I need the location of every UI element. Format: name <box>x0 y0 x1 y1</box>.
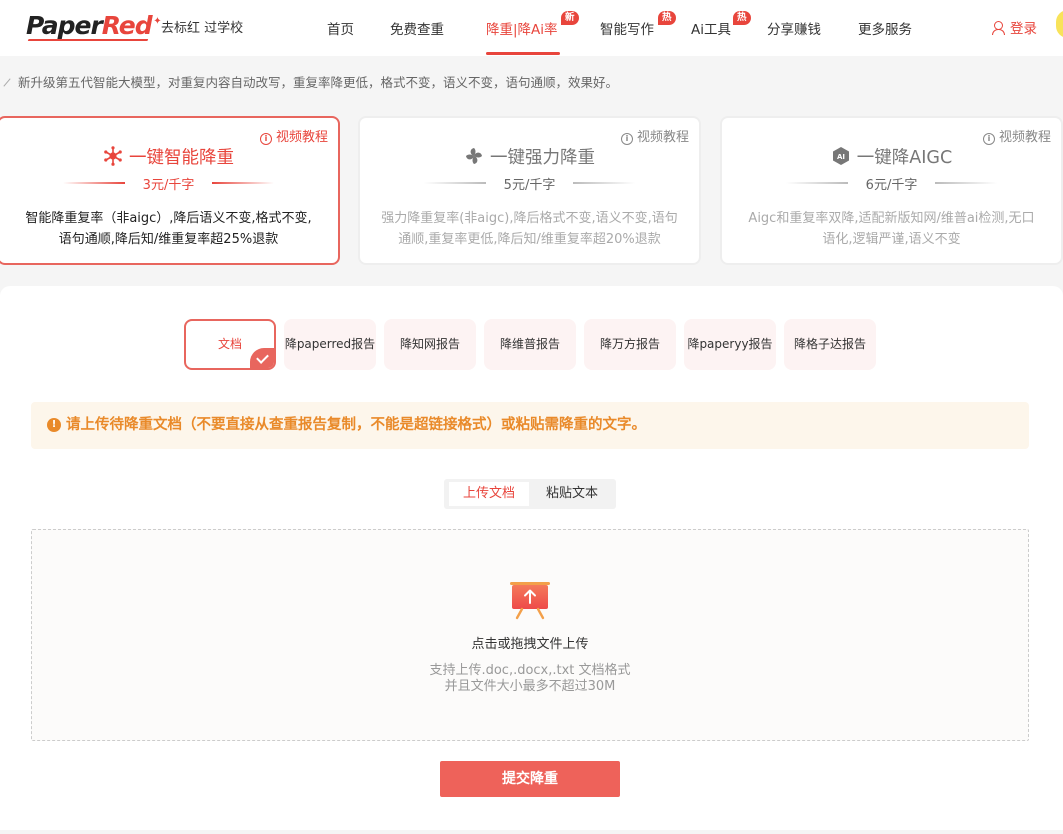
mode-description-line: 强力降重复率(非aigc),降后格式不变,语义不变,语句 <box>381 211 678 226</box>
user-icon <box>992 21 1005 35</box>
upload-document-tab[interactable]: 上传文档 <box>449 482 529 506</box>
file-dropzone[interactable]: 点击或拖拽文件上传 支持上传.doc,.docx,.txt 文档格式 并且文件大小… <box>31 529 1029 741</box>
report-tab-wanfang[interactable]: 降万方报告 <box>584 319 676 370</box>
mode-description-line: 通顺,重复率更低,降后知/维重复率超20%退款 <box>398 232 661 247</box>
price-divider-right <box>935 182 997 184</box>
checkmark-icon <box>250 348 274 368</box>
price-divider-left <box>786 182 848 184</box>
report-tab-document[interactable]: 文档 <box>184 319 276 370</box>
submit-reduce-button[interactable]: 提交降重 <box>440 761 620 797</box>
video-tutorial-link[interactable]: i 视频教程 <box>620 126 689 145</box>
ai-badge-text: AI <box>837 153 845 161</box>
dropzone-hint-line: 并且文件大小最多不超过30M <box>444 679 616 694</box>
upgrade-info-text: 新升级第五代智能大模型，对重复内容自动改写，重复率降更低，格式不变，语义不变，语… <box>18 75 619 90</box>
dropzone-hint-line: 支持上传.doc,.docx,.txt 文档格式 <box>429 663 631 678</box>
upload-notice-text: 请上传待降重文档（不要直接从查重报告复制，不能是超链接格式）或粘贴需降重的文字。 <box>66 417 646 433</box>
paste-text-tab[interactable]: 粘贴文本 <box>532 482 612 506</box>
video-tutorial-label: 视频教程 <box>998 130 1051 145</box>
dropzone-title: 点击或拖拽文件上传 <box>471 637 589 652</box>
price-divider-right <box>573 182 635 184</box>
floating-service-icon[interactable] <box>1056 10 1063 38</box>
pinwheel-icon <box>466 148 482 164</box>
nav-ai-tools[interactable]: Ai工具 <box>691 18 731 38</box>
nav-badge-new: 新 <box>561 11 579 25</box>
main-panel: 文档 降paperred报告 降知网报告 降维普报告 降万方报告 降papery… <box>0 286 1063 830</box>
upload-notice: ! 请上传待降重文档（不要直接从查重报告复制，不能是超链接格式）或粘贴需降重的文字… <box>31 402 1029 449</box>
login-label: 登录 <box>1010 21 1037 37</box>
report-tab-gezida[interactable]: 降格子达报告 <box>784 319 876 370</box>
nav-active-underline <box>486 52 560 55</box>
report-tab-cnki[interactable]: 降知网报告 <box>384 319 476 370</box>
report-tab-paperred[interactable]: 降paperred报告 <box>284 319 376 370</box>
mode-title: 一键强力降重 <box>360 144 699 169</box>
logo-text-paper: Paper <box>26 11 103 40</box>
mode-price: 6元/千字 <box>722 174 1061 193</box>
mode-price-text: 6元/千字 <box>865 178 918 193</box>
mode-price: 3元/千字 <box>0 174 338 193</box>
mode-description-line: Aigc和重复率双降,适配新版知网/维普ai检测,无口 <box>748 211 1035 226</box>
ai-hexagon-icon: AI <box>832 147 849 165</box>
nav-share-earn[interactable]: 分享赚钱 <box>767 18 821 38</box>
atom-icon <box>104 146 122 166</box>
site-slogan: 去标红 过学校 <box>161 21 244 36</box>
top-header: PaperRed ✦ 去标红 过学校 首页 免费查重 降重|降Ai率 新 智能写作… <box>0 0 1063 56</box>
logo-text-red: Red <box>101 11 153 40</box>
dropzone-hint: 支持上传.doc,.docx,.txt 文档格式 并且文件大小最多不超过30M <box>32 663 1028 695</box>
mode-description: 强力降重复率(非aigc),降后格式不变,语义不变,语句 通顺,重复率更低,降后知… <box>370 208 689 250</box>
mode-price-text: 3元/千字 <box>142 178 195 193</box>
mode-title-text: 一键降AIGC <box>856 148 953 168</box>
report-tab-paperyy[interactable]: 降paperyy报告 <box>684 319 776 370</box>
paperred-logo[interactable]: PaperRed ✦ <box>26 11 162 41</box>
warning-icon: ! <box>47 418 61 432</box>
nav-badge-hot-writing: 热 <box>658 11 676 25</box>
upload-board-icon <box>510 582 550 620</box>
upgrade-info: 新升级第五代智能大模型，对重复内容自动改写，重复率降更低，格式不变，语义不变，语… <box>0 72 618 91</box>
mode-card-strong[interactable]: i 视频教程 一键强力降重 5元/千字 强力降重复率(非aigc),降后格式不变,… <box>358 116 701 265</box>
nav-reduce-rewrite[interactable]: 降重|降Ai率 <box>486 18 558 38</box>
mode-card-aigc[interactable]: i 视频教程 AI 一键降AIGC 6元/千字 Aigc和重复率双降,适配新版知网… <box>720 116 1063 265</box>
mode-title: 一键智能降重 <box>0 144 338 169</box>
mode-title-text: 一键强力降重 <box>490 148 595 168</box>
mode-price-text: 5元/千字 <box>503 178 556 193</box>
nav-home[interactable]: 首页 <box>327 18 354 38</box>
nav-more-services[interactable]: 更多服务 <box>858 18 912 38</box>
video-tutorial-label: 视频教程 <box>275 130 328 145</box>
mode-price: 5元/千字 <box>360 174 699 193</box>
price-divider-left <box>63 182 125 184</box>
report-tab-vip[interactable]: 降维普报告 <box>484 319 576 370</box>
price-divider-left <box>424 182 486 184</box>
mode-description: 智能降重复率（非aigc）,降后语义不变,格式不变, 语句通顺,降后知/维重复率超… <box>9 208 328 250</box>
nav-badge-hot-ai: 热 <box>733 11 751 25</box>
mode-description-line: 语化,逻辑严谨,语义不变 <box>822 232 961 247</box>
mode-description-line: 智能降重复率（非aigc）,降后语义不变,格式不变, <box>25 211 312 226</box>
login-link[interactable]: 登录 <box>992 17 1037 37</box>
mode-card-smart[interactable]: i 视频教程 一键智能降重 3元/千字 智能降重复率（非aigc）,降后语义不变,… <box>0 116 340 265</box>
mode-title: AI 一键降AIGC <box>722 144 1061 169</box>
report-tab-label: 文档 <box>217 337 242 351</box>
mode-description-line: 语句通顺,降后知/维重复率超25%退款 <box>58 232 279 247</box>
slash-decoration <box>3 78 11 87</box>
logo-star-icon: ✦ <box>153 16 161 27</box>
price-divider-right <box>212 182 274 184</box>
mode-title-text: 一键智能降重 <box>129 148 234 168</box>
mode-description: Aigc和重复率双降,适配新版知网/维普ai检测,无口 语化,逻辑严谨,语义不变 <box>732 208 1051 250</box>
video-tutorial-link[interactable]: i 视频教程 <box>982 126 1051 145</box>
video-tutorial-label: 视频教程 <box>636 130 689 145</box>
input-mode-switch: 上传文档 粘贴文本 <box>444 479 616 509</box>
video-tutorial-link[interactable]: i 视频教程 <box>259 126 328 145</box>
nav-smart-writing[interactable]: 智能写作 <box>600 18 654 38</box>
nav-free-check[interactable]: 免费查重 <box>390 18 444 38</box>
